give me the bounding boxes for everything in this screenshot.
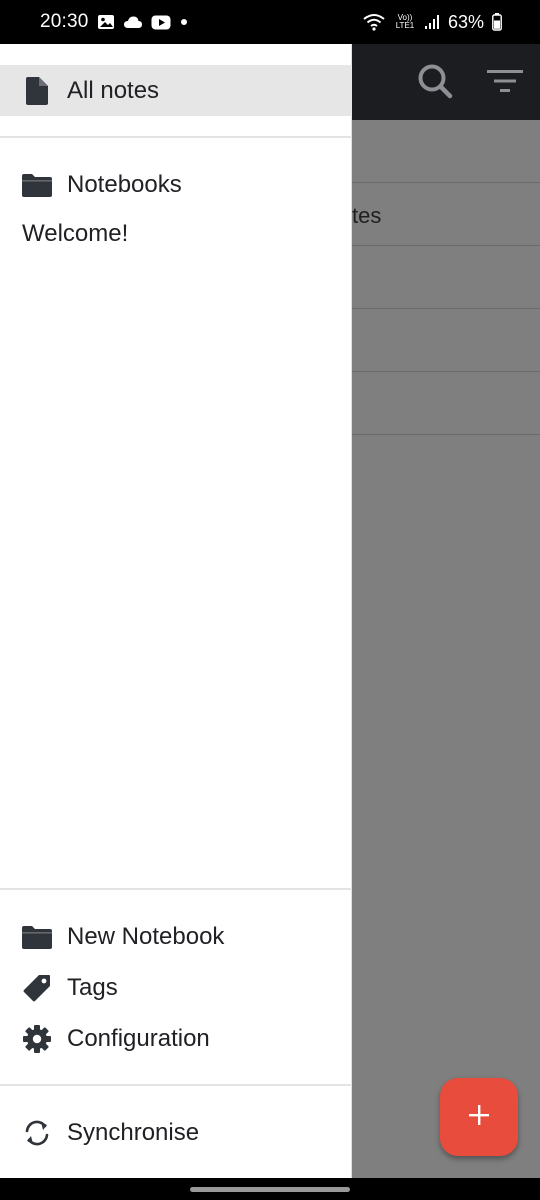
notebook-item-welcome[interactable]: Welcome!	[22, 220, 128, 248]
drawer-item-label: All notes	[67, 76, 160, 104]
cloud-icon	[123, 15, 143, 29]
drawer-item-new-notebook[interactable]: New Notebook	[0, 914, 352, 960]
drawer-item-label: Notebooks	[67, 171, 182, 198]
home-handle[interactable]	[190, 1187, 350, 1192]
youtube-icon	[151, 15, 171, 30]
side-drawer: All notes Notebooks Welcome! New Noteboo…	[0, 44, 352, 1178]
network-label: Vo)) LTE1	[395, 13, 415, 30]
status-bar: 20:30 Vo)) LTE1 63%	[0, 0, 540, 44]
drawer-item-synchronise[interactable]: Synchronise	[0, 1110, 352, 1156]
folder-icon	[22, 170, 52, 200]
navigation-bar	[0, 1178, 540, 1200]
gallery-icon	[97, 14, 115, 30]
folder-icon	[22, 922, 52, 952]
drawer-item-tags[interactable]: Tags	[0, 965, 352, 1011]
drawer-section-notebooks[interactable]: Notebooks	[0, 162, 352, 208]
sync-icon	[22, 1118, 52, 1148]
status-time: 20:30	[40, 11, 89, 32]
drawer-item-configuration[interactable]: Configuration	[0, 1016, 352, 1062]
search-button[interactable]	[412, 60, 458, 106]
battery-icon	[492, 13, 502, 31]
drawer-item-all-notes[interactable]: All notes	[0, 65, 352, 116]
drawer-item-label: New Notebook	[67, 923, 225, 950]
file-icon	[22, 76, 52, 106]
drawer-item-label: Tags	[67, 974, 118, 1001]
divider	[0, 1084, 352, 1086]
tag-icon	[22, 973, 52, 1003]
wifi-icon	[362, 13, 386, 31]
dot-icon	[179, 17, 189, 27]
divider	[0, 888, 352, 890]
sort-button[interactable]	[482, 62, 528, 104]
screen: 20:30 Vo)) LTE1 63% tes All notes Notebo…	[0, 0, 540, 1200]
plus-icon	[467, 1103, 491, 1132]
new-note-button[interactable]	[440, 1078, 518, 1156]
divider	[0, 136, 352, 138]
search-icon	[416, 62, 454, 105]
sort-icon	[485, 67, 525, 100]
battery-percent: 63%	[447, 11, 484, 32]
drawer-item-label: Synchronise	[67, 1119, 200, 1146]
list-item-title: tes	[352, 203, 382, 228]
signal-icon	[424, 14, 440, 30]
drawer-item-label: Configuration	[67, 1025, 210, 1052]
gear-icon	[22, 1024, 52, 1054]
